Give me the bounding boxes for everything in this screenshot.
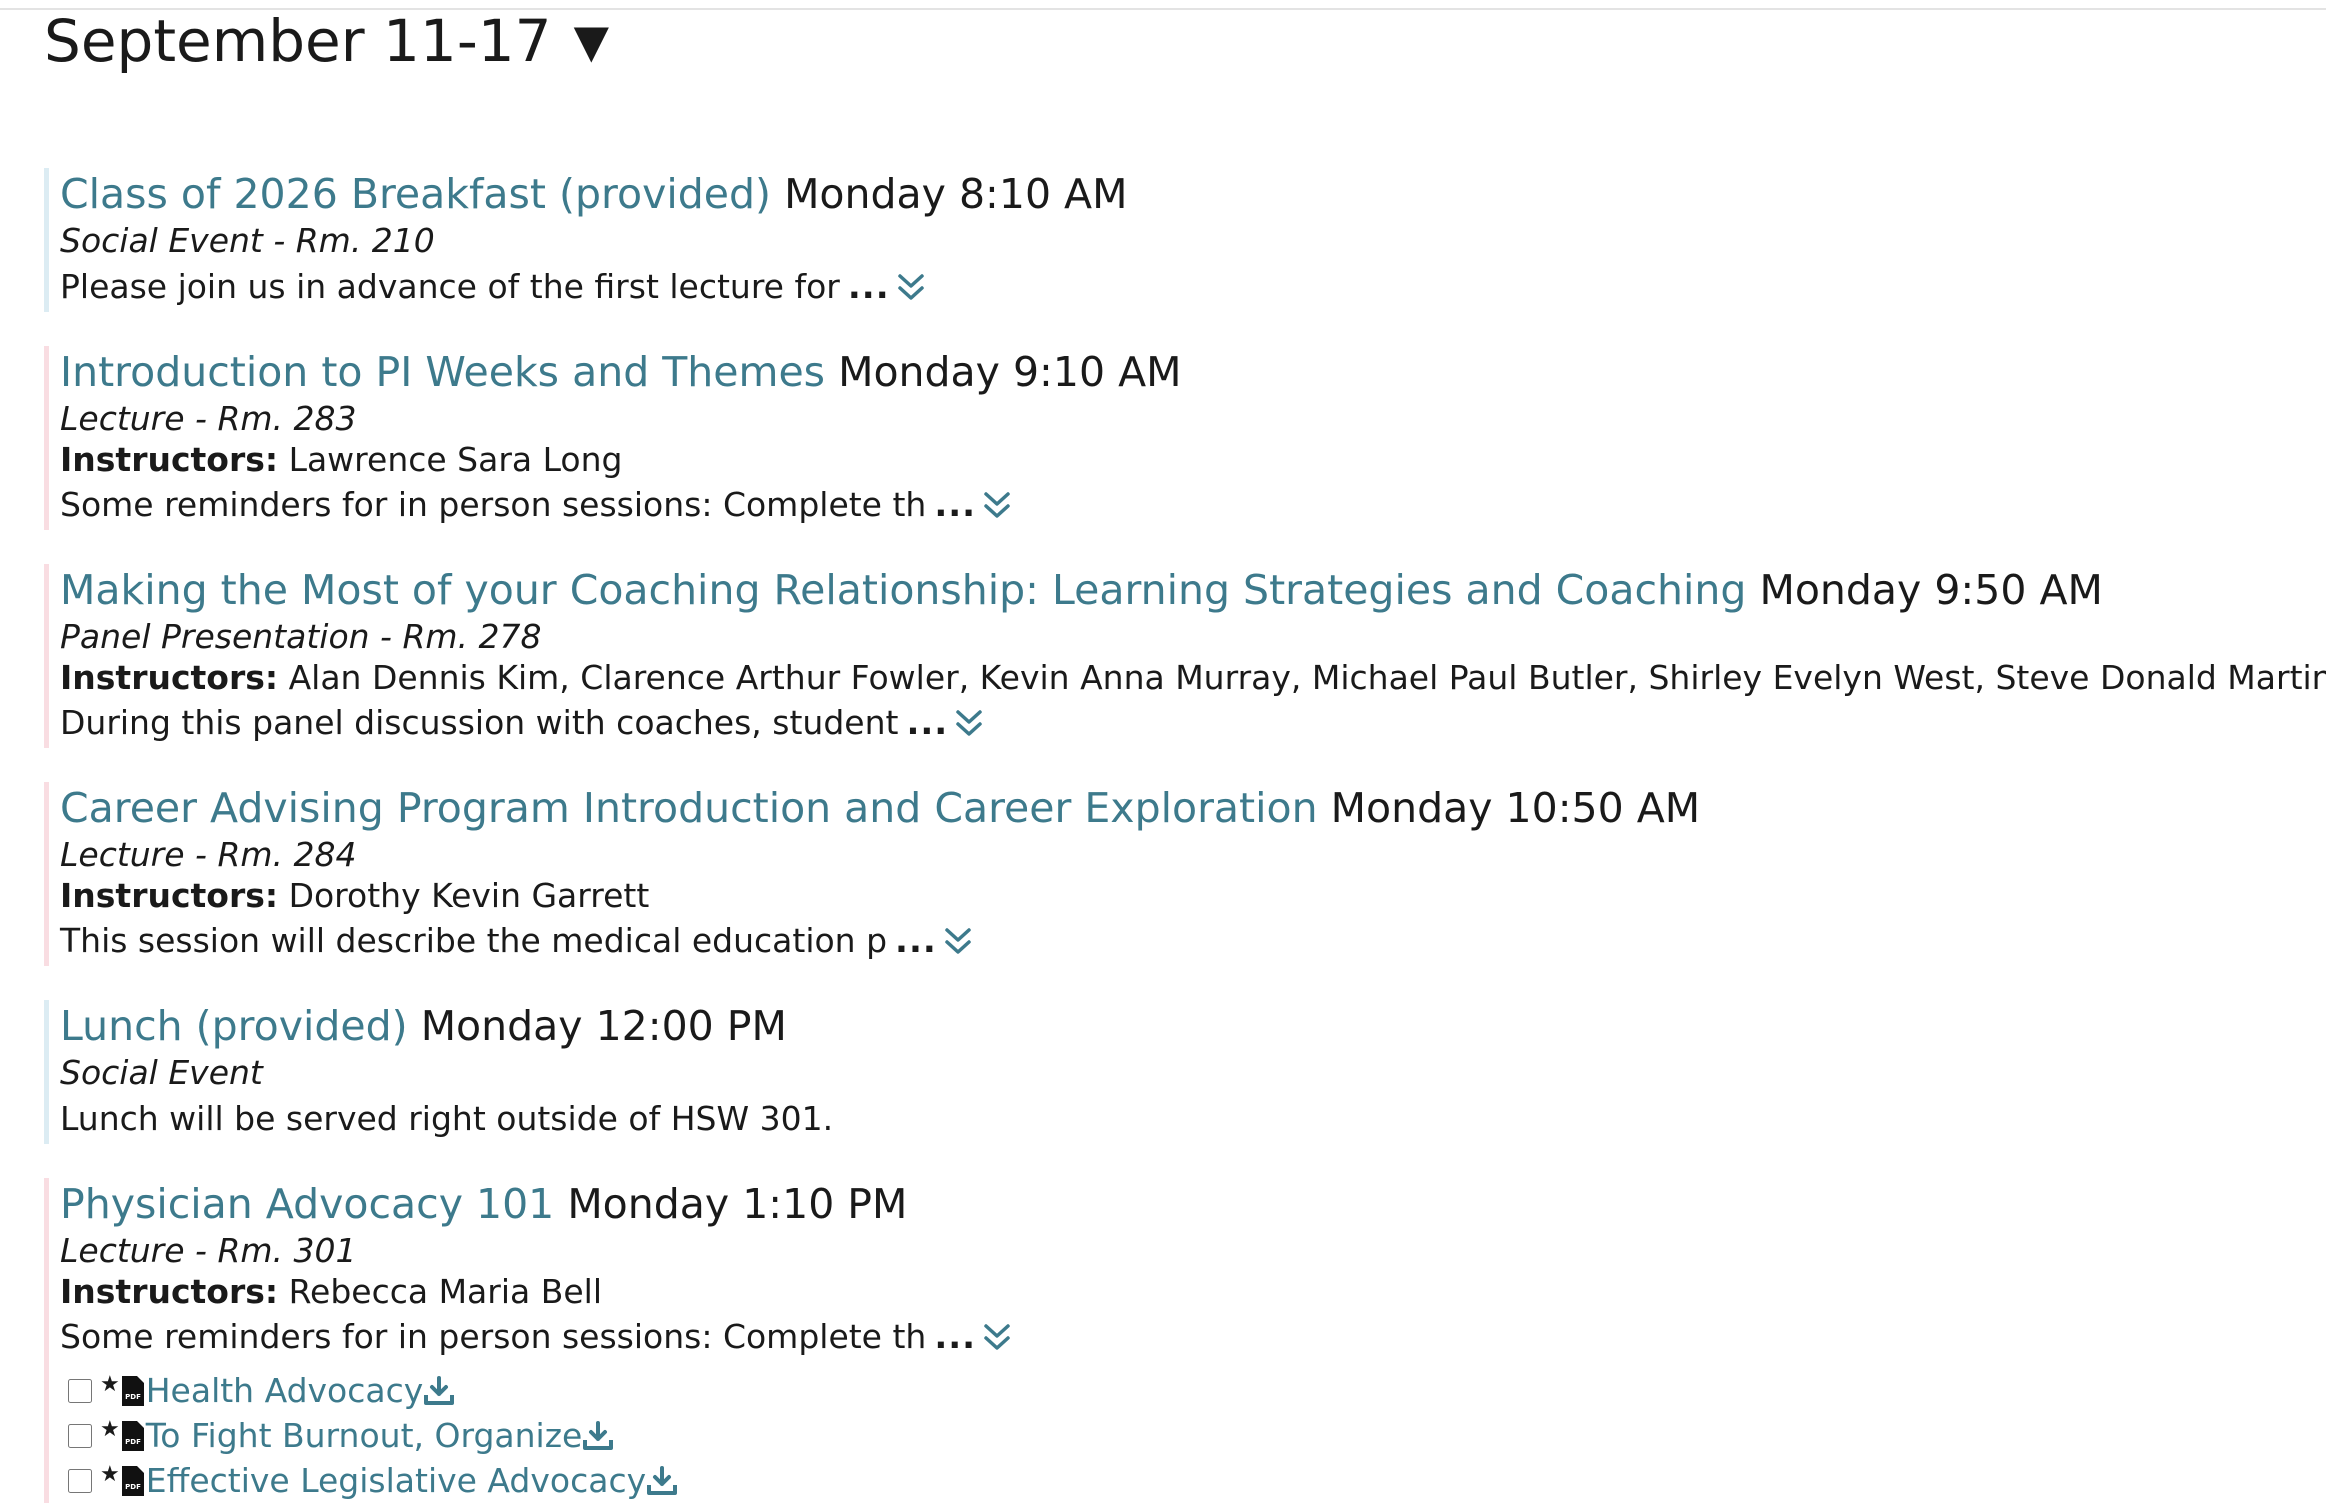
description-ellipsis[interactable]: ...	[934, 480, 976, 530]
event-title-link[interactable]: Introduction to PI Weeks and Themes	[60, 348, 825, 396]
description-text: Some reminders for in person sessions: C…	[60, 485, 927, 524]
event-time: Monday 9:50 AM	[1759, 566, 2103, 614]
star-icon[interactable]: ★	[100, 1372, 120, 1397]
pdf-icon: PDF	[121, 1420, 144, 1451]
attachment-item: ★ PDF Health Advocacy	[60, 1368, 2304, 1413]
event-title-link[interactable]: Class of 2026 Breakfast (provided)	[60, 170, 771, 218]
pdf-icon: PDF	[121, 1465, 144, 1496]
download-icon[interactable]	[646, 1465, 678, 1497]
event-time: Monday 1:10 PM	[567, 1180, 908, 1228]
description-text: Please join us in advance of the first l…	[60, 267, 840, 306]
attachment-checkbox[interactable]	[68, 1378, 92, 1403]
double-chevron-down-icon[interactable]	[954, 706, 984, 740]
event-time: Monday 12:00 PM	[420, 1002, 787, 1050]
svg-text:PDF: PDF	[125, 1483, 141, 1491]
event-instructors: Instructors: Dorothy Kevin Garrett	[60, 876, 2304, 916]
instructors-label: Instructors:	[60, 1272, 279, 1311]
event-type-location: Lecture - Rm. 301	[60, 1231, 357, 1270]
week-selector[interactable]: September 11-17 ▼	[44, 8, 609, 74]
double-chevron-down-icon[interactable]	[982, 488, 1012, 522]
description-text: Lunch will be served right outside of HS…	[60, 1099, 834, 1138]
event-type-location: Social Event - Rm. 210	[60, 221, 435, 260]
attachment-link[interactable]: Effective Legislative Advocacy	[146, 1461, 646, 1500]
event-heading: Career Advising Program Introduction and…	[60, 782, 2304, 834]
event-heading: Class of 2026 Breakfast (provided) Monda…	[60, 168, 2304, 220]
event-heading: Introduction to PI Weeks and Themes Mond…	[60, 346, 2304, 398]
download-icon[interactable]	[423, 1375, 455, 1407]
instructors-label: Instructors:	[60, 658, 279, 697]
event-title-link[interactable]: Making the Most of your Coaching Relatio…	[60, 566, 1746, 614]
event-type-location: Lecture - Rm. 284	[60, 835, 357, 874]
instructors-names: Alan Dennis Kim, Clarence Arthur Fowler,…	[288, 658, 2326, 697]
attachment-checkbox[interactable]	[68, 1423, 92, 1448]
instructors-label: Instructors:	[60, 440, 279, 479]
instructors-label: Instructors:	[60, 876, 279, 915]
star-icon[interactable]: ★	[100, 1417, 120, 1442]
event-item: Class of 2026 Breakfast (provided) Monda…	[44, 168, 2304, 312]
description-text: During this panel discussion with coache…	[60, 703, 899, 742]
week-label: September 11-17	[44, 7, 552, 75]
instructors-names: Dorothy Kevin Garrett	[288, 876, 650, 915]
attachment-link[interactable]: Health Advocacy	[146, 1371, 424, 1410]
event-type-location: Panel Presentation - Rm. 278	[60, 617, 542, 656]
instructors-names: Lawrence Sara Long	[288, 440, 623, 479]
event-item: Lunch (provided) Monday 12:00 PM Social …	[44, 1000, 2304, 1144]
attachment-link[interactable]: To Fight Burnout, Organize	[146, 1416, 583, 1455]
event-type-location: Lecture - Rm. 283	[60, 399, 357, 438]
svg-text:PDF: PDF	[125, 1393, 141, 1401]
event-title-link[interactable]: Physician Advocacy 101	[60, 1180, 554, 1228]
event-title-link[interactable]: Lunch (provided)	[60, 1002, 408, 1050]
double-chevron-down-icon[interactable]	[943, 924, 973, 958]
event-instructors: Instructors: Lawrence Sara Long	[60, 440, 2304, 480]
attachment-checkbox[interactable]	[68, 1468, 92, 1493]
event-instructors: Instructors: Rebecca Maria Bell	[60, 1272, 2304, 1312]
event-description: During this panel discussion with coache…	[60, 698, 2304, 748]
description-text: This session will describe the medical e…	[60, 921, 888, 960]
caret-down-icon: ▼	[573, 14, 609, 68]
event-description: Some reminders for in person sessions: C…	[60, 1312, 2304, 1362]
event-description: This session will describe the medical e…	[60, 916, 2304, 966]
event-list: Class of 2026 Breakfast (provided) Monda…	[44, 168, 2326, 1508]
attachment-item: ★ PDF To Fight Burnout, Organize	[60, 1413, 2304, 1458]
event-time: Monday 8:10 AM	[784, 170, 1128, 218]
double-chevron-down-icon[interactable]	[896, 270, 926, 304]
event-time: Monday 10:50 AM	[1330, 784, 1701, 832]
event-item: Physician Advocacy 101 Monday 1:10 PM Le…	[44, 1178, 2304, 1503]
description-text: Some reminders for in person sessions: C…	[60, 1317, 927, 1356]
event-item: Introduction to PI Weeks and Themes Mond…	[44, 346, 2304, 530]
star-icon[interactable]: ★	[100, 1462, 120, 1487]
event-item: Career Advising Program Introduction and…	[44, 782, 2304, 966]
event-heading: Physician Advocacy 101 Monday 1:10 PM	[60, 1178, 2304, 1230]
event-heading: Lunch (provided) Monday 12:00 PM	[60, 1000, 2304, 1052]
event-description: Please join us in advance of the first l…	[60, 262, 2304, 312]
pdf-icon: PDF	[121, 1375, 144, 1406]
event-description: Some reminders for in person sessions: C…	[60, 480, 2304, 530]
event-title-link[interactable]: Career Advising Program Introduction and…	[60, 784, 1318, 832]
event-type-location: Social Event	[60, 1053, 263, 1092]
download-icon[interactable]	[582, 1420, 614, 1452]
attachment-list: ★ PDF Health Advocacy ★ PDF To Fight Bur…	[60, 1368, 2304, 1503]
instructors-names: Rebecca Maria Bell	[288, 1272, 602, 1311]
event-time: Monday 9:10 AM	[838, 348, 1182, 396]
description-ellipsis[interactable]: ...	[848, 262, 890, 312]
event-item: Making the Most of your Coaching Relatio…	[44, 564, 2326, 748]
description-ellipsis[interactable]: ...	[934, 1312, 976, 1362]
attachment-item: ★ PDF Effective Legislative Advocacy	[60, 1458, 2304, 1503]
event-instructors: Instructors: Alan Dennis Kim, Clarence A…	[60, 658, 2326, 698]
double-chevron-down-icon[interactable]	[982, 1320, 1012, 1354]
event-heading: Making the Most of your Coaching Relatio…	[60, 564, 2304, 616]
description-ellipsis[interactable]: ...	[906, 698, 948, 748]
svg-text:PDF: PDF	[125, 1438, 141, 1446]
description-ellipsis[interactable]: ...	[895, 916, 937, 966]
event-description: Lunch will be served right outside of HS…	[60, 1094, 2304, 1144]
